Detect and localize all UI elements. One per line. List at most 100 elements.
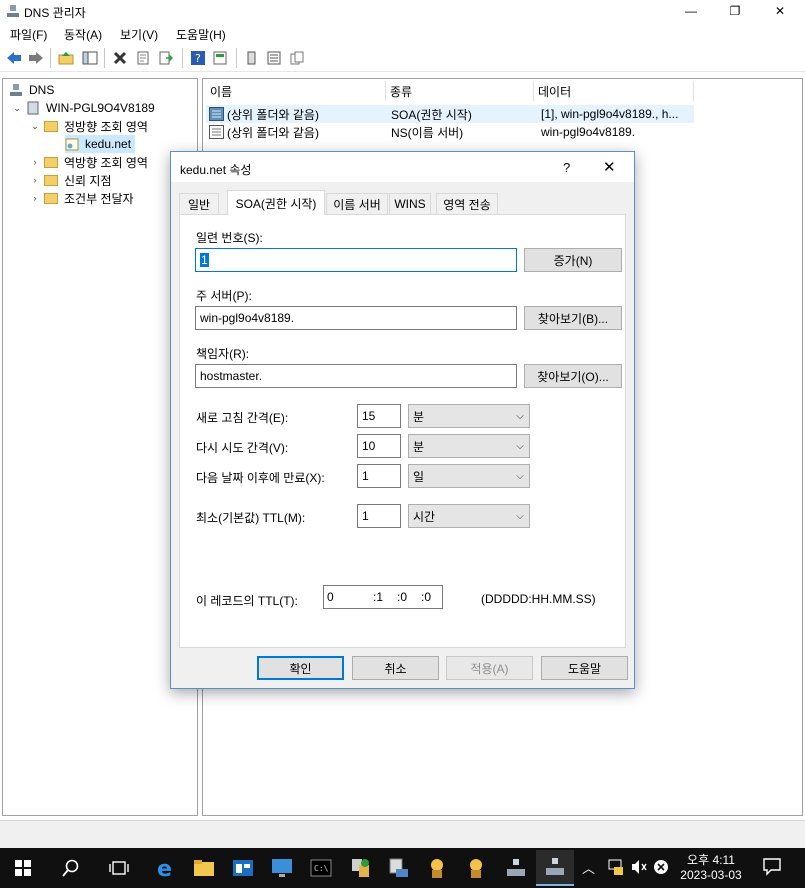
computer-management-icon[interactable] <box>380 850 418 886</box>
refresh-unit-select[interactable]: 분 ⌵ <box>408 404 530 428</box>
soa-tab-panel <box>179 214 626 648</box>
tree-item-reverse-zones[interactable]: › 역방향 조회 영역 <box>29 153 148 171</box>
tab-soa[interactable]: SOA(권한 시작) <box>227 190 325 215</box>
server-icon[interactable] <box>243 49 261 67</box>
server-icon <box>27 101 39 115</box>
tab-name-servers[interactable]: 이름 서버 <box>326 193 388 214</box>
record-data: win-pgl9o4v8189. <box>541 125 636 139</box>
ttl-seconds-field[interactable]: :0 <box>421 590 441 604</box>
delete-icon[interactable] <box>111 49 129 67</box>
task-view-icon[interactable] <box>100 850 138 886</box>
cancel-button[interactable]: 취소 <box>352 656 439 680</box>
ttl-hours-field[interactable]: :1 <box>373 590 397 604</box>
system-clock[interactable]: 오후 4:11 2023-03-03 <box>676 851 746 882</box>
menu-action[interactable]: 동작(A) <box>64 26 102 43</box>
dns-tool-icon[interactable] <box>497 850 535 886</box>
notifications-icon[interactable] <box>762 856 782 879</box>
tree-item-server[interactable]: ⌄ WIN-PGL9O4V8189 <box>11 99 155 117</box>
export-list-icon[interactable] <box>157 49 175 67</box>
command-prompt-icon[interactable]: C:\ <box>302 850 340 886</box>
column-header-data[interactable]: 데이터 <box>534 81 694 101</box>
responsible-person-input[interactable]: hostmaster. <box>195 364 517 388</box>
minimize-button[interactable]: — <box>676 0 706 22</box>
tree-item-trust-points[interactable]: › 신뢰 지점 <box>29 171 112 189</box>
network-error-icon[interactable] <box>652 858 670 879</box>
zone-icon <box>65 138 79 151</box>
svg-text:e: e <box>157 857 172 879</box>
menu-file[interactable]: 파일(F) <box>10 26 47 43</box>
tree-label: WIN-PGL9O4V8189 <box>46 101 155 115</box>
tree-item-forward-zones[interactable]: ⌄ 정방향 조회 영역 <box>29 117 148 135</box>
collapsed-chevron-icon[interactable]: › <box>29 193 41 203</box>
close-window-button[interactable]: ✕ <box>765 0 795 22</box>
tab-wins[interactable]: WINS <box>389 193 431 214</box>
windows-start-icon[interactable] <box>4 850 42 886</box>
user-accounts-icon[interactable] <box>457 850 495 886</box>
column-header-name[interactable]: 이름 <box>206 81 386 101</box>
tree-label: 역방향 조회 영역 <box>64 155 148 170</box>
apply-button[interactable]: 적용(A) <box>446 656 533 680</box>
tree-item-kedu-net[interactable]: kedu.net <box>65 135 136 153</box>
browse-responsible-button[interactable]: 찾아보기(O)... <box>524 364 622 388</box>
collapsed-chevron-icon[interactable]: › <box>29 157 41 167</box>
help-context-button[interactable]: ? <box>563 160 570 175</box>
close-dialog-icon[interactable]: ✕ <box>603 158 616 176</box>
expires-after-label: 다음 날짜 이후에 만료(X): <box>196 471 325 485</box>
column-header-type[interactable]: 종류 <box>386 81 534 101</box>
expires-after-input[interactable]: 1 <box>357 464 401 488</box>
tree-item-dns[interactable]: DNS <box>9 81 54 99</box>
primary-server-label: 주 서버(P): <box>196 289 252 303</box>
internet-explorer-icon[interactable]: e <box>147 850 185 886</box>
increment-button[interactable]: 증가(N) <box>524 248 622 272</box>
serial-number-input[interactable]: 1 <box>195 248 517 272</box>
retry-interval-input[interactable]: 10 <box>357 434 401 458</box>
minimum-ttl-input[interactable]: 1 <box>357 504 401 528</box>
help-button[interactable]: 도움말 <box>541 656 628 680</box>
back-arrow-icon[interactable] <box>5 49 23 67</box>
chevron-down-icon: ⌵ <box>516 470 524 482</box>
menu-view[interactable]: 보기(V) <box>120 26 158 43</box>
network-connections-icon[interactable] <box>341 850 379 886</box>
tree-item-conditional-forwarders[interactable]: › 조건부 전달자 <box>29 189 134 207</box>
action-center-flag-icon[interactable] <box>606 858 624 879</box>
expires-unit-select[interactable]: 일 ⌵ <box>408 464 530 488</box>
tab-general[interactable]: 일반 <box>179 193 219 214</box>
browse-primary-server-button[interactable]: 찾아보기(B)... <box>524 306 622 330</box>
help-icon[interactable]: ? <box>189 49 207 67</box>
primary-server-input[interactable]: win-pgl9o4v8189. <box>195 306 517 330</box>
volume-muted-icon[interactable] <box>630 858 648 879</box>
copy-icon[interactable] <box>288 49 306 67</box>
serial-number-label: 일련 번호(S): <box>196 231 263 245</box>
show-hidden-icons-chevron-icon[interactable]: ︿ <box>582 858 595 877</box>
console-tree-icon[interactable] <box>211 49 229 67</box>
folder-icon <box>44 156 58 168</box>
console-tree: DNS ⌄ WIN-PGL9O4V8189 ⌄ 정방향 조회 영역 kedu.n… <box>2 78 198 816</box>
up-folder-icon[interactable] <box>57 49 75 67</box>
file-explorer-icon[interactable] <box>185 850 223 886</box>
dns-manager-taskbar-button[interactable] <box>536 850 574 886</box>
collapsed-chevron-icon[interactable]: › <box>29 175 41 185</box>
maximize-button[interactable]: ❐ <box>720 0 750 22</box>
properties-icon[interactable] <box>134 49 152 67</box>
svg-text:C:\: C:\ <box>314 864 329 873</box>
record-ttl-input[interactable]: 0 :1 :0 :0 <box>323 585 443 609</box>
search-icon[interactable] <box>52 850 90 886</box>
users-groups-icon[interactable] <box>418 850 456 886</box>
forward-arrow-icon[interactable] <box>27 49 45 67</box>
ttl-days-field[interactable]: 0 <box>327 590 373 604</box>
expanded-chevron-icon[interactable]: ⌄ <box>29 121 41 132</box>
show-hide-tree-icon[interactable] <box>81 49 99 67</box>
title-bar: DNS 관리자 — ❐ ✕ <box>0 0 805 22</box>
server-manager-icon[interactable] <box>224 850 262 886</box>
ok-button[interactable]: 확인 <box>257 656 344 680</box>
remote-desktop-icon[interactable] <box>263 850 301 886</box>
expanded-chevron-icon[interactable]: ⌄ <box>11 103 23 114</box>
list-view-icon[interactable] <box>265 49 283 67</box>
menu-help[interactable]: 도움말(H) <box>176 26 226 43</box>
tab-zone-transfers[interactable]: 영역 전송 <box>436 193 498 214</box>
minimum-ttl-unit-select[interactable]: 시간 ⌵ <box>408 504 530 528</box>
record-name: (상위 폴더와 같음) <box>227 107 319 122</box>
ttl-minutes-field[interactable]: :0 <box>397 590 421 604</box>
retry-unit-select[interactable]: 분 ⌵ <box>408 434 530 458</box>
refresh-interval-input[interactable]: 15 <box>357 404 401 428</box>
